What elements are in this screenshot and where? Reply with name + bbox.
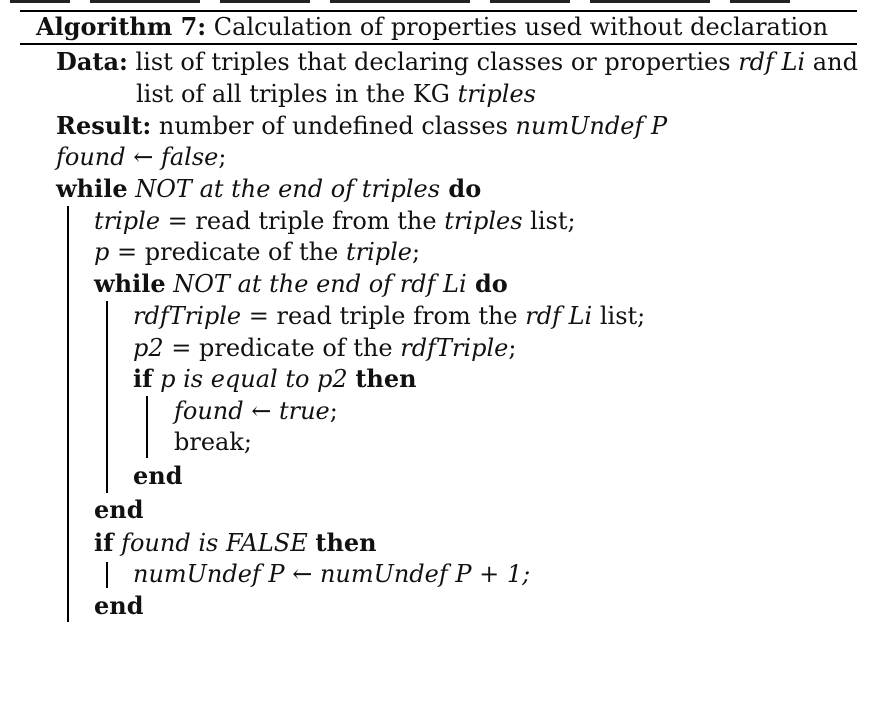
- inner-while-end-line: end: [94, 495, 144, 525]
- if-found-end-line: end: [94, 591, 144, 621]
- assign-p2-line: p2 = predicate of the rdfTriple;: [133, 333, 516, 363]
- if-keyword: if: [133, 364, 153, 393]
- caption-text: Calculation of properties used without d…: [206, 13, 829, 41]
- if-found-bar: [106, 562, 108, 588]
- triple-var: triple: [94, 207, 161, 235]
- p-text: predicate of the: [144, 238, 346, 266]
- outer-while-bar: [67, 206, 69, 622]
- result-var: numUndef P: [515, 112, 668, 140]
- set-found-arrow: ←: [243, 397, 279, 425]
- data-text-2: list of all triples in the KG: [136, 80, 458, 108]
- init-value: false: [160, 143, 219, 171]
- break-text: break;: [174, 428, 252, 456]
- assign-p-line: p = predicate of the triple;: [94, 237, 420, 267]
- caption-label: Algorithm 7:: [36, 12, 207, 41]
- outer-while-var: triples: [361, 175, 441, 203]
- set-found-line: found ← true;: [174, 396, 338, 426]
- if-found-keyword: if: [94, 528, 114, 557]
- rdf-text: read triple from the: [276, 302, 526, 330]
- init-arrow: ←: [125, 143, 161, 171]
- triple-text: read triple from the: [195, 207, 445, 235]
- data-var-2: triples: [457, 80, 536, 108]
- outer-while-keyword: while: [56, 174, 128, 203]
- set-found-var: found: [174, 397, 244, 425]
- if-cond: p is equal to p2: [152, 365, 356, 393]
- outer-while-do: do: [440, 174, 482, 203]
- increment-line: numUndef P ← numUndef P + 1;: [133, 559, 530, 589]
- increment-stmt: numUndef P ← numUndef P + 1;: [133, 560, 531, 588]
- data-text: list of triples that declaring classes o…: [127, 48, 739, 76]
- result-keyword: Result:: [56, 111, 152, 140]
- assign-triple-line: triple = read triple from the triples li…: [94, 206, 576, 236]
- result-text: number of undefined classes: [151, 112, 516, 140]
- if-equal-bar: [146, 396, 148, 458]
- cropped-previous-line: [0, 0, 887, 5]
- p-eq: =: [109, 238, 145, 266]
- p-var: p: [94, 238, 110, 266]
- set-found-end: ;: [329, 397, 338, 425]
- outer-while-line: while NOT at the end of triples do: [56, 174, 481, 204]
- p2-var: p2: [133, 334, 164, 362]
- init-var: found: [56, 143, 126, 171]
- inner-while-bar: [106, 301, 108, 493]
- data-end: and: [805, 48, 858, 76]
- inner-while-var: rdf Li: [399, 270, 467, 298]
- data-line: Data: list of triples that declaring cla…: [56, 47, 858, 77]
- result-line: Result: number of undefined classes numU…: [56, 111, 667, 141]
- p-end: ;: [412, 238, 421, 266]
- if-end: end: [133, 461, 183, 490]
- triple-var2: triples: [444, 207, 523, 235]
- p-var2: triple: [345, 238, 412, 266]
- set-found-value: true: [278, 397, 330, 425]
- if-then: then: [355, 364, 417, 393]
- assign-rdf-line: rdfTriple = read triple from the rdf Li …: [133, 301, 645, 331]
- rdf-var: rdfTriple: [133, 302, 242, 330]
- if-found-end: end: [94, 591, 144, 620]
- if-end-line: end: [133, 461, 183, 491]
- inner-while-end: end: [94, 495, 144, 524]
- outer-while-cond: NOT at the end of: [127, 175, 362, 203]
- rdf-eq: =: [241, 302, 277, 330]
- if-found-cond: found is FALSE: [113, 529, 316, 557]
- p2-text: predicate of the: [199, 334, 401, 362]
- data-keyword: Data:: [56, 47, 128, 76]
- triple-eq: =: [160, 207, 196, 235]
- data-line-2: list of all triples in the KG triples: [136, 79, 536, 109]
- break-line: break;: [174, 427, 252, 457]
- algorithm-caption: Algorithm 7: Calculation of properties u…: [36, 12, 828, 42]
- inner-while-cond: NOT at the end of: [165, 270, 400, 298]
- if-found-then: then: [315, 528, 377, 557]
- inner-while-do: do: [466, 269, 508, 298]
- caption-rule: [20, 43, 857, 45]
- rdf-var2: rdf Li: [525, 302, 593, 330]
- p2-var2: rdfTriple: [400, 334, 509, 362]
- inner-while-keyword: while: [94, 269, 166, 298]
- if-found-line: if found is FALSE then: [94, 528, 377, 558]
- p2-end: ;: [508, 334, 517, 362]
- rdf-end: list;: [592, 302, 646, 330]
- init-end: ;: [218, 143, 227, 171]
- init-line: found ← false;: [56, 142, 226, 172]
- data-var: rdf Li: [738, 48, 806, 76]
- if-equal-line: if p is equal to p2 then: [133, 364, 417, 394]
- p2-eq: =: [163, 334, 200, 362]
- inner-while-line: while NOT at the end of rdf Li do: [94, 269, 508, 299]
- triple-end: list;: [522, 207, 576, 235]
